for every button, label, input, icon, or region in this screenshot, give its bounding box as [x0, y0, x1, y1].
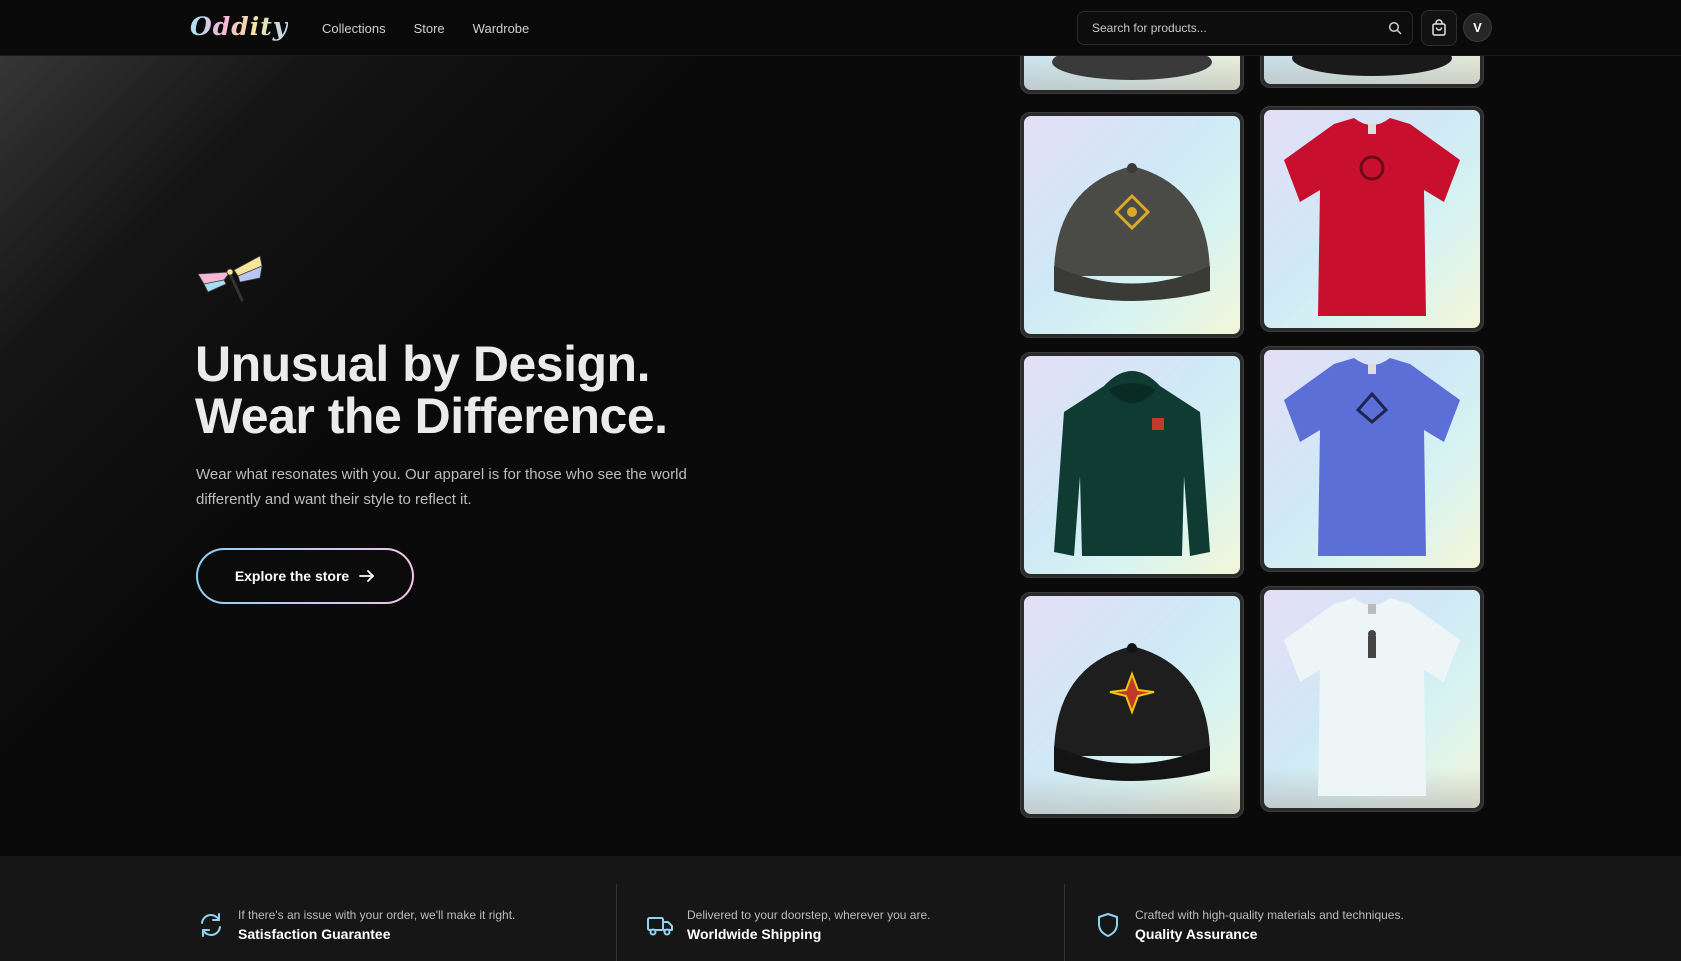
- refresh-icon: [201, 913, 221, 937]
- feature-divider: [1064, 884, 1065, 961]
- brand-logo[interactable]: Oddity: [190, 12, 288, 41]
- headline-line-2: Wear the Difference.: [195, 388, 668, 444]
- feature-description: Crafted with high-quality materials and …: [1135, 908, 1404, 922]
- cta-label: Explore the store: [234, 568, 350, 584]
- features-bar: If there's an issue with your order, we'…: [0, 856, 1681, 961]
- feature-satisfaction: If there's an issue with your order, we'…: [196, 856, 515, 961]
- product-card[interactable]: [1020, 352, 1244, 578]
- search-icon[interactable]: [1378, 11, 1412, 45]
- feature-divider: [616, 884, 617, 961]
- feature-description: If there's an issue with your order, we'…: [238, 908, 516, 922]
- product-card[interactable]: [1260, 346, 1484, 572]
- dragonfly-icon: [197, 255, 263, 302]
- shield-icon: [1098, 913, 1118, 937]
- nav-wardrobe[interactable]: Wardrobe: [473, 21, 530, 36]
- product-card[interactable]: [1260, 586, 1484, 812]
- tshirt-image: [1284, 598, 1460, 796]
- feature-quality: Crafted with high-quality materials and …: [1093, 856, 1404, 961]
- feature-title: Satisfaction Guarantee: [238, 926, 391, 942]
- hero-headline: Unusual by Design. Wear the Difference.: [195, 338, 668, 442]
- feature-title: Quality Assurance: [1135, 926, 1258, 942]
- product-card[interactable]: [1260, 106, 1484, 332]
- product-card[interactable]: [1020, 112, 1244, 338]
- main-nav: Collections Store Wardrobe: [322, 0, 529, 56]
- feature-shipping: Delivered to your doorstep, wherever you…: [645, 856, 930, 961]
- nav-store[interactable]: Store: [414, 21, 445, 36]
- tshirt-image: [1284, 118, 1460, 316]
- feature-title: Worldwide Shipping: [687, 926, 822, 942]
- search-box: [1077, 11, 1413, 45]
- top-header: Oddity Collections Store Wardrobe V: [0, 0, 1681, 56]
- hero-subtext: Wear what resonates with you. Our appare…: [196, 466, 687, 508]
- search-input[interactable]: [1078, 21, 1378, 35]
- product-grid: [1018, 0, 1484, 856]
- cap-image: [1054, 163, 1210, 301]
- user-avatar[interactable]: V: [1463, 13, 1492, 42]
- cart-button[interactable]: [1421, 10, 1457, 46]
- truck-icon: [647, 917, 673, 936]
- explore-store-button[interactable]: Explore the store: [196, 548, 414, 604]
- nav-collections[interactable]: Collections: [322, 21, 386, 36]
- feature-description: Delivered to your doorstep, wherever you…: [687, 908, 931, 922]
- tshirt-image: [1284, 358, 1460, 556]
- hoodie-image: [1054, 371, 1210, 556]
- product-card[interactable]: [1020, 592, 1244, 818]
- arrow-right-icon: [359, 570, 375, 582]
- cap-image: [1054, 643, 1210, 781]
- shopping-bag-icon: [1432, 19, 1446, 36]
- headline-line-1: Unusual by Design.: [195, 336, 650, 392]
